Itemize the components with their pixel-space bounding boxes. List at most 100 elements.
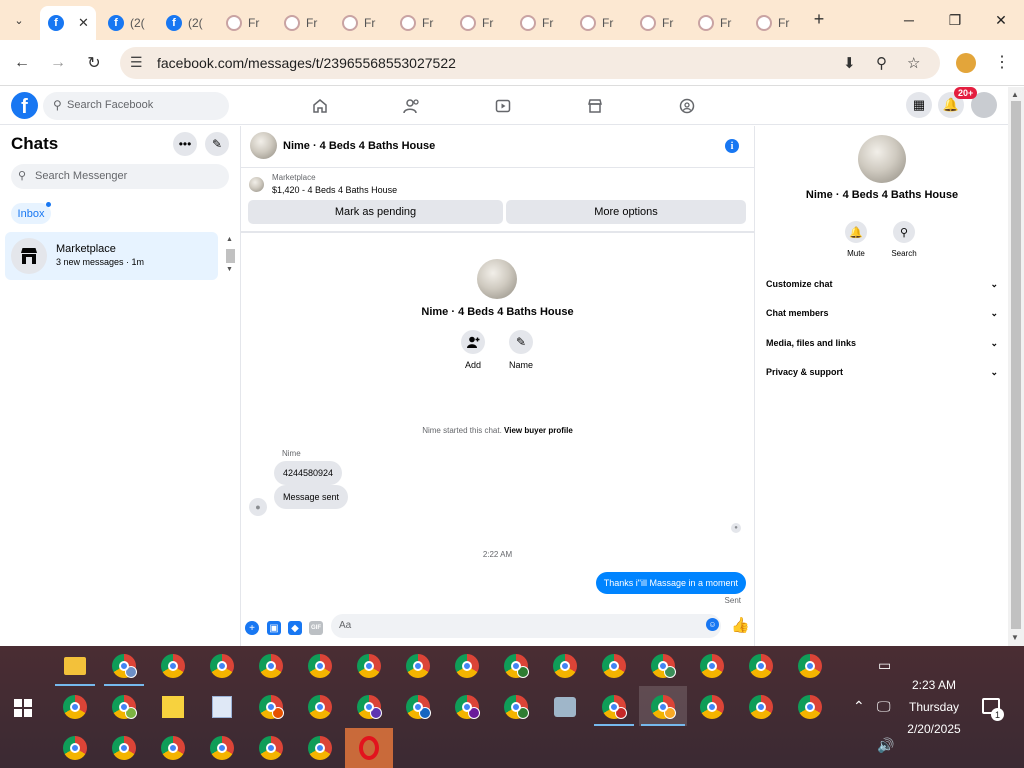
groups-icon[interactable] xyxy=(677,96,697,116)
facebook-logo-icon[interactable]: f xyxy=(11,92,38,119)
message-input[interactable]: Aa xyxy=(331,614,721,638)
video-icon[interactable] xyxy=(493,96,513,116)
browser-tab[interactable]: Fr xyxy=(334,6,390,40)
chrome-profile-icon[interactable] xyxy=(651,654,676,678)
chat-options-icon[interactable]: ••• xyxy=(173,132,197,156)
network-app-icon[interactable] xyxy=(554,697,576,717)
browser-tab[interactable]: f (2( xyxy=(158,6,214,40)
chrome-profile-icon[interactable] xyxy=(602,695,627,719)
chrome-icon[interactable] xyxy=(798,654,822,678)
install-app-icon[interactable]: ⬇ xyxy=(843,54,856,72)
close-window-icon[interactable]: ✕ xyxy=(989,8,1013,32)
privacy-support-section[interactable]: Privacy & support ⌄ xyxy=(766,367,998,383)
sticky-notes-icon[interactable] xyxy=(162,696,184,718)
browser-tab-active[interactable]: f ✕ xyxy=(40,6,96,40)
url-text[interactable]: facebook.com/messages/t/2396556855302752… xyxy=(157,55,456,71)
chrome-icon[interactable] xyxy=(749,654,773,678)
chrome-icon[interactable] xyxy=(749,695,773,719)
more-options-button[interactable]: More options xyxy=(506,200,746,224)
plus-icon[interactable]: + xyxy=(245,621,259,635)
chrome-icon[interactable] xyxy=(700,654,724,678)
chrome-profile-icon[interactable] xyxy=(112,654,137,678)
friends-icon[interactable] xyxy=(402,96,422,116)
scroll-up-icon[interactable]: ▲ xyxy=(226,236,233,243)
add-people-button[interactable]: Add xyxy=(453,330,493,370)
incoming-message[interactable]: Message sent xyxy=(274,485,349,509)
messenger-search-input[interactable]: ⚲ Search Messenger xyxy=(11,164,229,189)
chrome-icon[interactable] xyxy=(308,736,332,760)
browser-tab[interactable]: Fr xyxy=(748,6,804,40)
chrome-profile-icon[interactable] xyxy=(504,654,529,678)
chat-list-item[interactable]: Marketplace 3 new messages · 1m xyxy=(5,232,218,280)
conversation-avatar[interactable] xyxy=(250,132,277,159)
media-files-links-section[interactable]: Media, files and links ⌄ xyxy=(766,338,998,354)
chrome-icon[interactable] xyxy=(602,654,626,678)
profile-avatar-icon[interactable] xyxy=(956,53,976,73)
chrome-profile-icon[interactable] xyxy=(504,695,529,719)
facebook-search-input[interactable]: ⚲ Search Facebook xyxy=(43,92,229,120)
outgoing-message[interactable]: Thanks i"ill Massage in a moment xyxy=(595,572,746,594)
chrome-icon[interactable] xyxy=(553,654,577,678)
like-thumb-icon[interactable]: 👍 xyxy=(731,616,750,634)
info-icon[interactable]: i xyxy=(725,139,739,153)
file-explorer-icon[interactable] xyxy=(64,657,86,675)
mute-button[interactable]: 🔔 Mute xyxy=(836,221,876,258)
chrome-icon[interactable] xyxy=(112,736,136,760)
chrome-profile-icon[interactable] xyxy=(259,695,284,719)
scroll-down-icon[interactable]: ▼ xyxy=(226,266,233,273)
mark-as-pending-button[interactable]: Mark as pending xyxy=(248,200,503,224)
clock-day[interactable]: Thursday xyxy=(900,700,968,714)
show-hidden-icons-chevron-icon[interactable]: ⌃ xyxy=(853,698,865,715)
forward-icon[interactable]: → xyxy=(46,51,70,75)
photo-icon[interactable]: ▣ xyxy=(267,621,281,635)
browser-tab[interactable]: Fr xyxy=(218,6,274,40)
new-tab-icon[interactable]: + xyxy=(809,9,829,29)
home-icon[interactable] xyxy=(310,96,330,116)
chrome-icon[interactable] xyxy=(357,654,381,678)
marketplace-icon[interactable] xyxy=(585,96,605,116)
browser-tab[interactable]: Fr xyxy=(572,6,628,40)
scrollbar-thumb[interactable] xyxy=(1011,101,1021,629)
site-settings-icon[interactable]: ☰ xyxy=(130,54,143,71)
sticker-icon[interactable]: ◆ xyxy=(288,621,302,635)
listing-title[interactable]: $1,420 - 4 Beds 4 Baths House xyxy=(272,185,397,195)
close-tab-icon[interactable]: ✕ xyxy=(78,15,89,31)
meet-now-icon[interactable]: ▭ xyxy=(878,657,891,674)
browser-tab[interactable]: Fr xyxy=(512,6,568,40)
chrome-icon[interactable] xyxy=(259,736,283,760)
new-message-icon[interactable]: ✎ xyxy=(205,132,229,156)
scroll-up-icon[interactable]: ▲ xyxy=(1011,90,1019,99)
view-buyer-profile-link[interactable]: View buyer profile xyxy=(504,426,573,435)
volume-icon[interactable]: 🔊 xyxy=(877,737,894,754)
chrome-icon[interactable] xyxy=(259,654,283,678)
conversation-title[interactable]: Nime · 4 Beds 4 Baths House xyxy=(283,140,435,152)
chat-list-scrollbar[interactable]: ▲ ▼ xyxy=(224,236,236,278)
browser-tab[interactable]: Fr xyxy=(632,6,688,40)
listing-thumbnail[interactable] xyxy=(249,177,264,192)
sender-avatar-icon[interactable]: ● xyxy=(249,498,267,516)
gif-icon[interactable]: GIF xyxy=(309,621,323,635)
chrome-icon[interactable] xyxy=(406,654,430,678)
clock-time[interactable]: 2:23 AM xyxy=(900,678,968,692)
browser-menu-icon[interactable]: ⋮ xyxy=(994,52,1010,72)
chrome-icon[interactable] xyxy=(210,736,234,760)
document-app-icon[interactable] xyxy=(212,696,232,718)
chat-members-section[interactable]: Chat members ⌄ xyxy=(766,308,998,324)
chrome-profile-icon[interactable] xyxy=(112,695,137,719)
chrome-icon[interactable] xyxy=(798,695,822,719)
chrome-icon[interactable] xyxy=(63,736,87,760)
back-icon[interactable]: ← xyxy=(10,51,34,75)
reload-icon[interactable]: ↻ xyxy=(82,51,106,75)
scrollbar-thumb[interactable] xyxy=(226,249,235,263)
chrome-icon[interactable] xyxy=(210,654,234,678)
incoming-message[interactable]: 4244580924 xyxy=(274,461,343,485)
browser-tab[interactable]: f (2( xyxy=(100,6,156,40)
chrome-profile-icon[interactable] xyxy=(651,695,676,719)
browser-tab[interactable]: Fr xyxy=(452,6,508,40)
chrome-profile-icon[interactable] xyxy=(455,695,480,719)
browser-tab[interactable]: Fr xyxy=(690,6,746,40)
emoji-icon[interactable]: ☺ xyxy=(706,618,719,631)
chrome-icon[interactable] xyxy=(700,695,724,719)
zoom-icon[interactable]: ⚲ xyxy=(876,54,887,72)
minimize-icon[interactable]: ─ xyxy=(897,8,921,32)
